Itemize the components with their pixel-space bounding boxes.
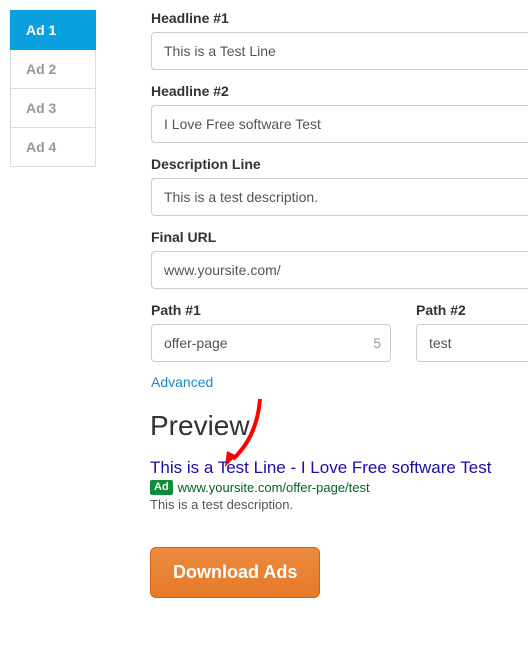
description-input[interactable] [151,178,528,216]
advanced-link[interactable]: Advanced [151,374,213,390]
headline1-input[interactable] [151,32,528,70]
tab-ad-4[interactable]: Ad 4 [10,128,96,167]
headline2-label: Headline #2 [151,83,528,99]
headline2-input[interactable] [151,105,528,143]
preview-description: This is a test description. [150,497,528,512]
tab-ad-2[interactable]: Ad 2 [10,50,96,89]
ad-badge: Ad [150,480,173,495]
download-ads-button[interactable]: Download Ads [150,547,320,598]
path1-input[interactable] [151,324,391,362]
preview-title: Preview [150,410,528,442]
tab-ad-3[interactable]: Ad 3 [10,89,96,128]
path2-label: Path #2 [416,302,528,318]
tab-ad-1[interactable]: Ad 1 [10,10,96,50]
path1-label: Path #1 [151,302,391,318]
final-url-input[interactable] [151,251,528,289]
final-url-label: Final URL [151,229,528,245]
description-label: Description Line [151,156,528,172]
headline1-label: Headline #1 [151,10,528,26]
ad-tabs: Ad 1 Ad 2 Ad 3 Ad 4 [10,10,96,390]
preview-headline: This is a Test Line - I Love Free softwa… [150,458,528,478]
path2-input[interactable] [416,324,528,362]
ad-form: Headline #1 Headline #2 Description Line… [151,10,528,390]
path1-counter: 5 [373,335,391,351]
preview-url: www.yoursite.com/offer-page/test [178,480,370,495]
